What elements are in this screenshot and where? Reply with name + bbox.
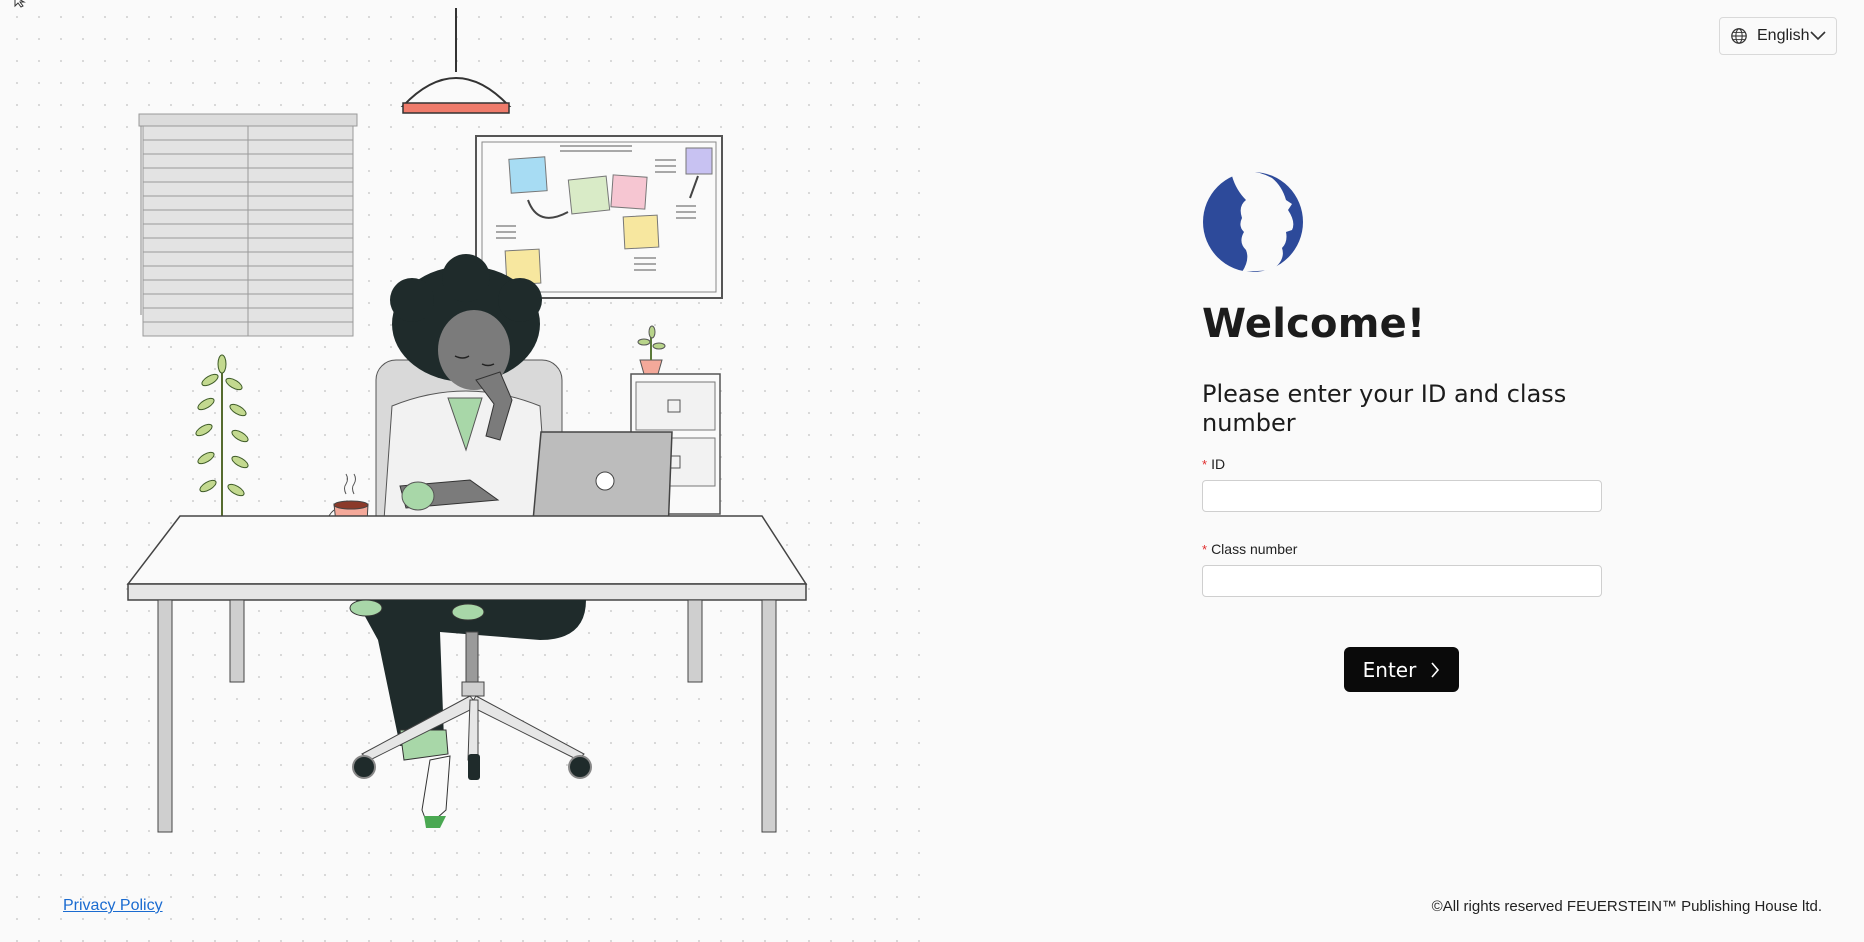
mouse-cursor-icon [14,0,26,8]
language-label: English [1757,27,1810,44]
globe-icon [1731,28,1747,44]
enter-button-label: Enter [1362,657,1417,682]
login-page: English Welcome! Please enter your ID an… [0,0,1864,942]
id-field[interactable] [1202,480,1602,512]
required-marker: * [1202,542,1208,557]
office-illustration [126,8,808,833]
id-label: * ID [1202,456,1602,474]
chevron-down-icon [1810,31,1826,41]
page-title: Welcome! [1202,301,1426,347]
chevron-right-icon [1431,661,1440,678]
required-marker: * [1202,457,1208,472]
illustration-area [0,0,930,942]
language-selector[interactable]: English [1719,17,1837,55]
class-number-label: * Class number [1202,541,1602,559]
enter-button[interactable]: Enter [1344,647,1459,692]
page-subtitle: Please enter your ID and class number [1202,380,1567,437]
brand-logo [1203,171,1303,272]
class-number-field[interactable] [1202,565,1602,597]
login-form: Welcome! Please enter your ID and class … [1202,170,1602,597]
copyright-text: ©All rights reserved FEUERSTEIN™ Publish… [1431,898,1822,915]
privacy-policy-link[interactable]: Privacy Policy [63,897,163,915]
class-number-label-text: Class number [1211,541,1298,557]
id-label-text: ID [1211,456,1226,472]
